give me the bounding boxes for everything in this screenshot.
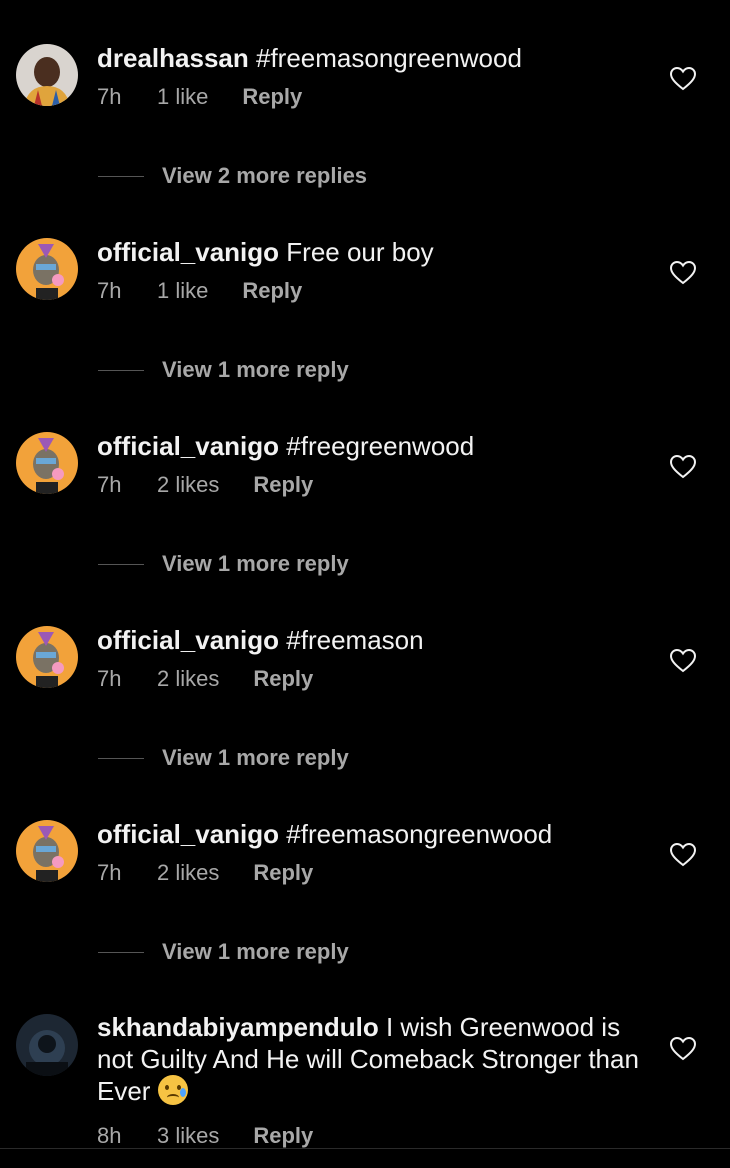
comment-likes[interactable]: 1 like <box>157 84 208 110</box>
comment-time: 7h <box>97 84 122 109</box>
comment-text: official_vanigo Free our boy <box>97 236 650 268</box>
avatar[interactable] <box>16 238 78 300</box>
divider <box>0 1148 730 1149</box>
comment-text: official_vanigo #freemason <box>97 624 650 656</box>
avatar[interactable] <box>16 432 78 494</box>
view-more-replies[interactable]: View 1 more reply <box>98 939 349 965</box>
divider <box>98 757 144 759</box>
crying-face-icon <box>157 1075 188 1105</box>
heart-icon[interactable] <box>670 842 696 868</box>
divider <box>98 563 144 565</box>
avatar[interactable] <box>16 626 78 688</box>
view-more-replies[interactable]: View 2 more replies <box>98 163 367 189</box>
view-more-label: View 1 more reply <box>162 551 349 576</box>
comment-time: 7h <box>97 666 122 691</box>
view-more-label: View 1 more reply <box>162 357 349 382</box>
view-more-replies[interactable]: View 1 more reply <box>98 551 349 577</box>
comment-text: official_vanigo #freegreenwood <box>97 430 650 462</box>
reply-button[interactable]: Reply <box>242 84 302 110</box>
heart-icon[interactable] <box>670 66 696 92</box>
comment-username[interactable]: skhandabiyampendulo <box>97 1012 379 1042</box>
heart-icon[interactable] <box>670 454 696 480</box>
comment-time: 8h <box>97 1123 122 1148</box>
comment-time: 7h <box>97 860 122 885</box>
heart-icon[interactable] <box>670 1036 696 1062</box>
comment-username[interactable]: official_vanigo <box>97 819 279 849</box>
comment-body: Free our boy <box>286 237 434 267</box>
comment-time: 7h <box>97 278 122 303</box>
comment-username[interactable]: official_vanigo <box>97 237 279 267</box>
view-more-label: View 1 more reply <box>162 745 349 770</box>
reply-button[interactable]: Reply <box>253 666 313 692</box>
comment-body: #freegreenwood <box>286 431 475 461</box>
reply-button[interactable]: Reply <box>253 472 313 498</box>
heart-icon[interactable] <box>670 260 696 286</box>
comment-likes[interactable]: 3 likes <box>157 1123 219 1149</box>
comment-username[interactable]: drealhassan <box>97 43 249 73</box>
comment-body: #freemasongreenwood <box>255 43 522 73</box>
comment-username[interactable]: official_vanigo <box>97 625 279 655</box>
view-more-label: View 2 more replies <box>162 163 368 188</box>
comment-text: skhandabiyampendulo I wish Greenwood is … <box>97 1011 650 1107</box>
divider <box>98 175 144 177</box>
comment-text: official_vanigo #freemasongreenwood <box>97 818 650 850</box>
reply-button[interactable]: Reply <box>242 278 302 304</box>
avatar[interactable] <box>16 44 78 106</box>
comment-likes[interactable]: 1 like <box>157 278 208 304</box>
comment-time: 7h <box>97 472 122 497</box>
comment-body: #freemasongreenwood <box>286 819 553 849</box>
view-more-label: View 1 more reply <box>162 939 349 964</box>
comment-likes[interactable]: 2 likes <box>157 860 219 886</box>
avatar[interactable] <box>16 820 78 882</box>
reply-button[interactable]: Reply <box>253 1123 313 1149</box>
comment-username[interactable]: official_vanigo <box>97 431 279 461</box>
comment-body: #freemason <box>286 625 424 655</box>
avatar[interactable] <box>16 1014 78 1076</box>
heart-icon[interactable] <box>670 648 696 674</box>
comment-text: drealhassan #freemasongreenwood <box>97 42 650 74</box>
view-more-replies[interactable]: View 1 more reply <box>98 745 349 771</box>
divider <box>98 951 144 953</box>
view-more-replies[interactable]: View 1 more reply <box>98 357 349 383</box>
reply-button[interactable]: Reply <box>253 860 313 886</box>
comment-likes[interactable]: 2 likes <box>157 666 219 692</box>
comment-likes[interactable]: 2 likes <box>157 472 219 498</box>
divider <box>98 369 144 371</box>
